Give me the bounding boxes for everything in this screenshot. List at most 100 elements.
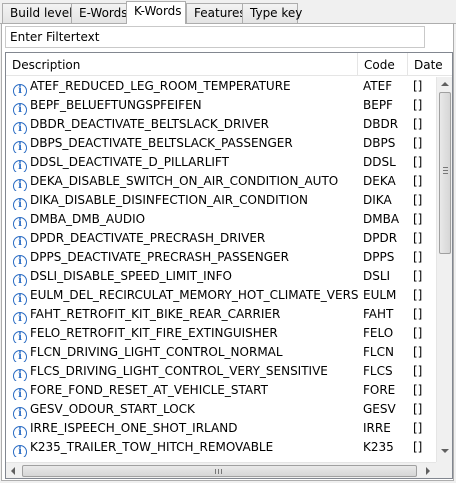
scroll-down-arrow-icon[interactable]: [441, 449, 449, 453]
table-row[interactable]: i FELO_RETROFIT_KIT_FIRE_EXTINGUISHER FELO…: [6, 324, 436, 343]
info-icon: i: [13, 255, 27, 267]
description-cell: i DDSL_DEACTIVATE_D_PILLARLIFT: [13, 153, 358, 172]
scroll-up-arrow-icon[interactable]: [441, 82, 449, 86]
filter-input[interactable]: [5, 26, 425, 48]
info-icon: i: [13, 179, 27, 191]
code-cell: DSLI: [363, 269, 391, 283]
table-row[interactable]: i FLCS_DRIVING_LIGHT_CONTROL_VERY_SENSITI…: [6, 362, 436, 381]
tab-e-words[interactable]: E-Words: [71, 3, 129, 24]
info-icon: i: [13, 331, 27, 343]
scrollbar-corner: [436, 462, 452, 478]
info-icon: i: [13, 274, 27, 286]
code-cell: DBDR: [363, 117, 399, 131]
description-text: DMBA_DMB_AUDIO: [30, 212, 146, 226]
description-text: BEPF_BELUEFTUNGSPFEIFEN: [30, 98, 202, 112]
table-row[interactable]: i DBPS_DEACTIVATE_BELTSLACK_PASSENGER DBPS…: [6, 134, 436, 153]
table-row[interactable]: i FAHT_RETROFIT_KIT_BIKE_REAR_CARRIER FAHT…: [6, 305, 436, 324]
code-cell: K235: [363, 440, 394, 454]
description-cell: i DPDR_DEACTIVATE_PRECRASH_DRIVER: [13, 229, 358, 248]
description-text: DDSL_DEACTIVATE_D_PILLARLIFT: [30, 155, 229, 169]
column-header-date[interactable]: Date: [408, 53, 452, 76]
horizontal-scrollbar[interactable]: [6, 462, 436, 478]
description-cell: i FORE_FOND_RESET_AT_VEHICLE_START: [13, 381, 358, 400]
code-cell: FLCS: [363, 364, 393, 378]
tab-bar: Build level E-Words K-Words Features Typ…: [0, 0, 456, 24]
description-cell: i DIKA_DISABLE_DISINFECTION_AIR_CONDITION: [13, 191, 358, 210]
description-text: FLCS_DRIVING_LIGHT_CONTROL_VERY_SENSITIV…: [30, 364, 328, 378]
info-icon: i: [13, 350, 27, 362]
vertical-scroll-thumb[interactable]: [439, 92, 451, 254]
table-row[interactable]: i GESV_ODOUR_START_LOCK GESV []: [6, 400, 436, 419]
description-text: DSLI_DISABLE_SPEED_LIMIT_INFO: [30, 269, 232, 283]
description-text: DIKA_DISABLE_DISINFECTION_AIR_CONDITION: [30, 193, 308, 207]
date-cell: []: [413, 79, 423, 93]
column-header-description[interactable]: Description: [6, 53, 358, 76]
date-cell: []: [413, 117, 423, 131]
code-cell: DBPS: [363, 136, 396, 150]
date-cell: []: [413, 212, 423, 226]
table-row[interactable]: i DIKA_DISABLE_DISINFECTION_AIR_CONDITION…: [6, 191, 436, 210]
table-row[interactable]: i DEKA_DISABLE_SWITCH_ON_AIR_CONDITION_AU…: [6, 172, 436, 191]
description-text: FELO_RETROFIT_KIT_FIRE_EXTINGUISHER: [30, 326, 278, 340]
horizontal-scroll-thumb[interactable]: [22, 465, 417, 477]
date-cell: []: [413, 383, 423, 397]
description-text: DPPS_DEACTIVATE_PRECRASH_PASSENGER: [30, 250, 289, 264]
info-icon: i: [13, 84, 27, 96]
info-icon: i: [13, 369, 27, 381]
vertical-scrollbar[interactable]: [436, 77, 452, 470]
tab-type-key[interactable]: Type key: [242, 3, 302, 24]
code-cell: ATEF: [363, 79, 393, 93]
table-row[interactable]: i K235_TRAILER_TOW_HITCH_REMOVABLE K235 []: [6, 438, 436, 457]
code-cell: FELO: [363, 326, 394, 340]
table-row[interactable]: i DDSL_DEACTIVATE_D_PILLARLIFT DDSL []: [6, 153, 436, 172]
date-cell: []: [413, 421, 423, 435]
info-icon: i: [13, 445, 27, 457]
date-cell: []: [413, 98, 423, 112]
table-row[interactable]: i DPDR_DEACTIVATE_PRECRASH_DRIVER DPDR []: [6, 229, 436, 248]
code-cell: DPPS: [363, 250, 395, 264]
tab-features[interactable]: Features: [186, 3, 246, 24]
info-icon: i: [13, 388, 27, 400]
description-cell: i IRRE_ISPEECH_ONE_SHOT_IRLAND: [13, 419, 358, 438]
date-cell: []: [413, 326, 423, 340]
date-cell: []: [413, 402, 423, 416]
date-cell: []: [413, 364, 423, 378]
description-text: FAHT_RETROFIT_KIT_BIKE_REAR_CARRIER: [30, 307, 281, 321]
table-row[interactable]: i DSLI_DISABLE_SPEED_LIMIT_INFO DSLI []: [6, 267, 436, 286]
description-cell: i GESV_ODOUR_START_LOCK: [13, 400, 358, 419]
table-row[interactable]: i IRRE_ISPEECH_ONE_SHOT_IRLAND IRRE []: [6, 419, 436, 438]
description-cell: i DBDR_DEACTIVATE_BELTSLACK_DRIVER: [13, 115, 358, 134]
scroll-left-arrow-icon[interactable]: [11, 467, 15, 475]
date-cell: []: [413, 155, 423, 169]
table-row[interactable]: i DMBA_DMB_AUDIO DMBA []: [6, 210, 436, 229]
description-text: FLCN_DRIVING_LIGHT_CONTROL_NORMAL: [30, 345, 283, 359]
table-row[interactable]: i EULM_DEL_RECIRCULAT_MEMORY_HOT_CLIMATE_…: [6, 286, 436, 305]
description-text: DPDR_DEACTIVATE_PRECRASH_DRIVER: [30, 231, 266, 245]
code-cell: GESV: [363, 402, 396, 416]
column-header-code[interactable]: Code: [358, 53, 408, 76]
table-row[interactable]: i DBDR_DEACTIVATE_BELTSLACK_DRIVER DBDR []: [6, 115, 436, 134]
code-cell: IRRE: [363, 421, 391, 435]
tab-k-words[interactable]: K-Words: [126, 1, 186, 24]
scroll-right-arrow-icon[interactable]: [426, 467, 430, 475]
info-icon: i: [13, 198, 27, 210]
description-text: EULM_DEL_RECIRCULAT_MEMORY_HOT_CLIMATE_V…: [30, 288, 358, 302]
table-row[interactable]: i FORE_FOND_RESET_AT_VEHICLE_START FORE []: [6, 381, 436, 400]
table-row[interactable]: i FLCN_DRIVING_LIGHT_CONTROL_NORMAL FLCN []: [6, 343, 436, 362]
description-cell: i FLCN_DRIVING_LIGHT_CONTROL_NORMAL: [13, 343, 358, 362]
k-words-panel: Description Code Date iATEF_REDUCED_LEG_…: [1, 24, 454, 481]
info-icon: i: [13, 122, 27, 134]
description-cell: i DMBA_DMB_AUDIO: [13, 210, 358, 229]
tab-build-level[interactable]: Build level: [2, 3, 72, 24]
code-cell: DDSL: [363, 155, 396, 169]
table-row[interactable]: i BEPF_BELUEFTUNGSPFEIFEN BEPF []: [6, 96, 436, 115]
date-cell: []: [413, 136, 423, 150]
description-cell: i ATEF_REDUCED_LEG_ROOM_TEMPERATURE: [13, 77, 358, 96]
table-row[interactable]: i ATEF_REDUCED_LEG_ROOM_TEMPERATURE ATEF []: [6, 77, 436, 96]
info-icon: i: [13, 407, 27, 419]
description-text: FORE_FOND_RESET_AT_VEHICLE_START: [30, 383, 268, 397]
table-row[interactable]: i DPPS_DEACTIVATE_PRECRASH_PASSENGER DPPS […: [6, 248, 436, 267]
info-icon: i: [13, 103, 27, 115]
description-cell: i DSLI_DISABLE_SPEED_LIMIT_INFO: [13, 267, 358, 286]
date-cell: []: [413, 193, 423, 207]
